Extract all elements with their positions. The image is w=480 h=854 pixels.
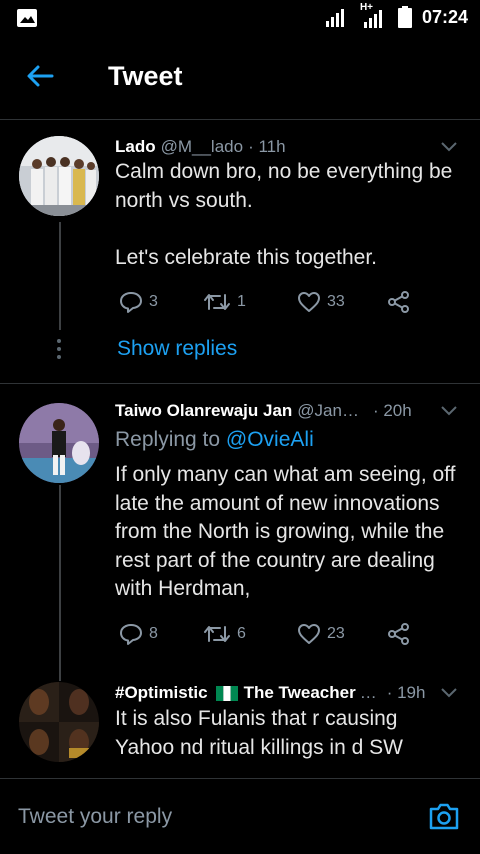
signal-icon xyxy=(325,9,344,27)
tweet-header: #Optimistic The Tweacher … · 19h xyxy=(115,683,425,703)
page-title: Tweet xyxy=(108,61,183,91)
chevron-down-icon[interactable] xyxy=(440,141,458,153)
share-button[interactable] xyxy=(387,622,411,646)
gallery-icon xyxy=(17,9,37,27)
author-handle[interactable]: @Jan… xyxy=(297,401,359,421)
tweet-time: · 19h xyxy=(386,683,426,702)
author-name-suffix[interactable]: The Tweacher xyxy=(244,683,356,703)
divider xyxy=(0,383,480,384)
retweet-button[interactable]: 1 xyxy=(203,291,246,313)
mention-link[interactable]: @OvieAli xyxy=(226,428,314,451)
reply-button[interactable]: 3 xyxy=(119,291,158,313)
author-name[interactable]: Taiwo Olanrewaju Jan xyxy=(115,401,292,421)
mobile-data-icon: H+ xyxy=(360,2,388,28)
tweet-header: Taiwo Olanrewaju Jan @Jan… · 20h xyxy=(115,401,412,421)
retweet-count: 6 xyxy=(237,625,246,642)
more-dots-icon xyxy=(57,339,61,359)
like-button[interactable]: 23 xyxy=(297,623,345,645)
author-handle[interactable]: @M__lado xyxy=(161,137,243,157)
share-button[interactable] xyxy=(387,290,411,314)
heart-icon xyxy=(298,292,320,312)
reply-button[interactable]: 8 xyxy=(119,623,158,645)
share-icon xyxy=(388,623,409,645)
tweet-text: If only many can what am seeing, off lat… xyxy=(115,463,456,600)
tweet-time: · 20h xyxy=(372,401,412,420)
reply-icon xyxy=(120,624,142,645)
like-count: 23 xyxy=(327,625,345,642)
share-icon xyxy=(388,291,409,313)
reply-composer xyxy=(0,778,480,854)
retweet-count: 1 xyxy=(237,293,246,310)
chevron-down-icon[interactable] xyxy=(440,687,458,699)
like-button[interactable]: 33 xyxy=(297,291,345,313)
thread-line xyxy=(59,485,61,681)
app-bar: Tweet xyxy=(0,36,480,120)
heart-icon xyxy=(298,624,320,644)
chevron-down-icon[interactable] xyxy=(440,405,458,417)
name-ellipsis: … xyxy=(359,683,377,702)
author-name[interactable]: Lado xyxy=(115,137,156,157)
replying-prefix: Replying to xyxy=(115,428,221,451)
camera-icon[interactable] xyxy=(428,801,460,831)
avatar-lado[interactable] xyxy=(19,136,99,216)
status-bar: H+ 07:24 xyxy=(0,0,480,36)
tweet-header: Lado @M__lado · 11h xyxy=(115,137,286,157)
retweet-button[interactable]: 6 xyxy=(203,623,246,645)
retweet-icon xyxy=(204,294,230,310)
back-arrow-icon[interactable] xyxy=(26,64,54,88)
show-replies-link[interactable]: Show replies xyxy=(117,337,237,361)
like-count: 33 xyxy=(327,293,345,310)
clock: 07:24 xyxy=(421,6,468,27)
tweet-time: · 11h xyxy=(248,137,286,156)
reply-icon xyxy=(120,292,142,313)
thread-line xyxy=(59,222,61,330)
nigeria-flag-icon xyxy=(215,685,238,701)
reply-count: 3 xyxy=(149,293,158,310)
avatar-taiwo[interactable] xyxy=(19,403,99,483)
reply-input[interactable] xyxy=(18,805,398,829)
battery-icon xyxy=(397,6,412,28)
retweet-icon xyxy=(204,626,230,642)
author-name[interactable]: #Optimistic xyxy=(115,683,208,703)
reply-count: 8 xyxy=(149,625,158,642)
avatar-optimistic[interactable] xyxy=(19,682,99,762)
replying-to: Replying to @OvieAli xyxy=(115,428,314,452)
tweet-text: It is also Fulanis that r causing Yahoo … xyxy=(115,707,403,759)
tweet-text: Calm down bro, no be everything be north… xyxy=(115,160,453,269)
